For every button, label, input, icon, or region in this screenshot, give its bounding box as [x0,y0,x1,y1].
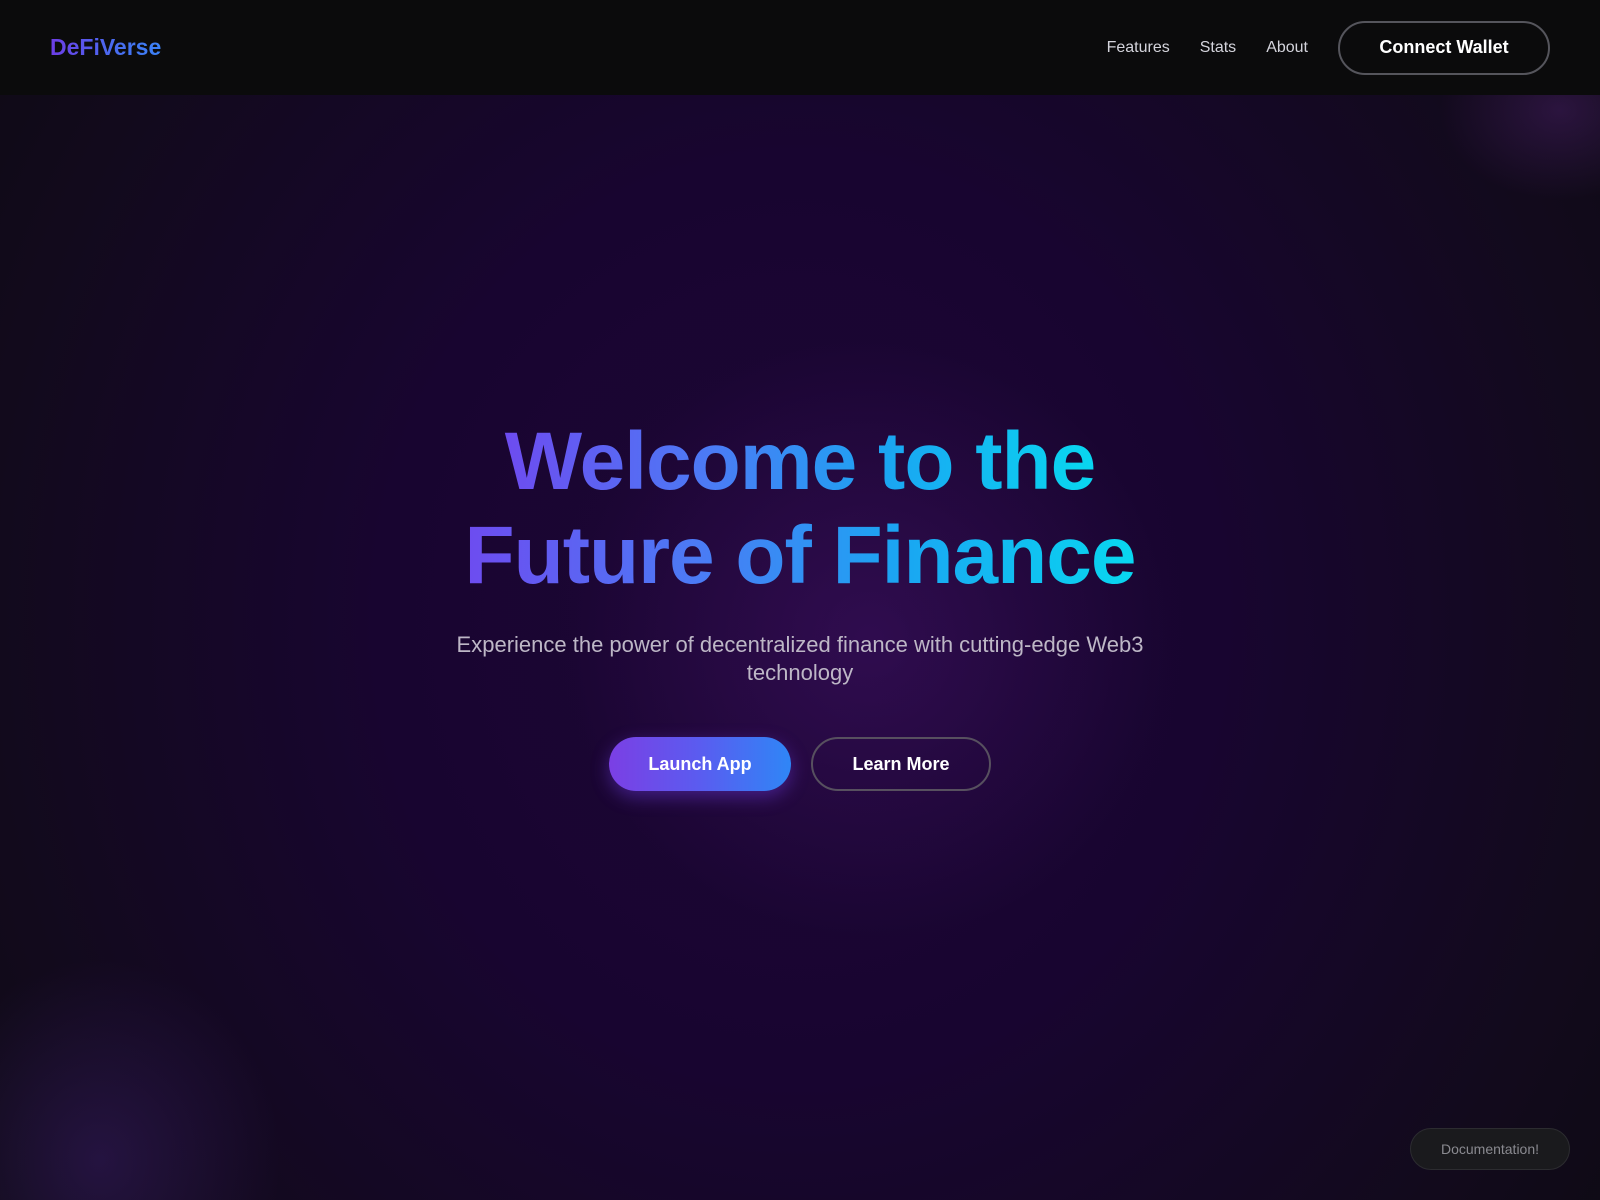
page: DeFiVerse Features Stats About Connect W… [0,0,1600,1200]
hero-title-line-1: Welcome to the [501,415,1099,509]
main-nav: Features Stats About Connect Wallet [1077,20,1550,75]
brand-logo[interactable]: DeFiVerse [50,34,161,61]
connect-wallet-button[interactable]: Connect Wallet [1338,20,1550,75]
hero-title: Welcome to the Future of Finance [0,415,1600,603]
nav-link-stats[interactable]: Stats [1200,39,1236,57]
learn-more-button[interactable]: Learn More [811,737,991,791]
nav-link-about[interactable]: About [1266,39,1308,57]
hero-subtitle: Experience the power of decentralized fi… [456,632,1144,685]
documentation-button[interactable]: Documentation! [1410,1128,1570,1170]
hero-section: Welcome to the Future of Finance Experie… [0,415,1600,791]
launch-app-button[interactable]: Launch App [609,737,791,791]
nav-link-features[interactable]: Features [1107,39,1170,57]
hero-title-line-2: Future of Finance [461,509,1140,603]
hero-cta-group: Launch App Learn More [0,737,1600,791]
top-navbar: DeFiVerse Features Stats About Connect W… [0,0,1600,95]
